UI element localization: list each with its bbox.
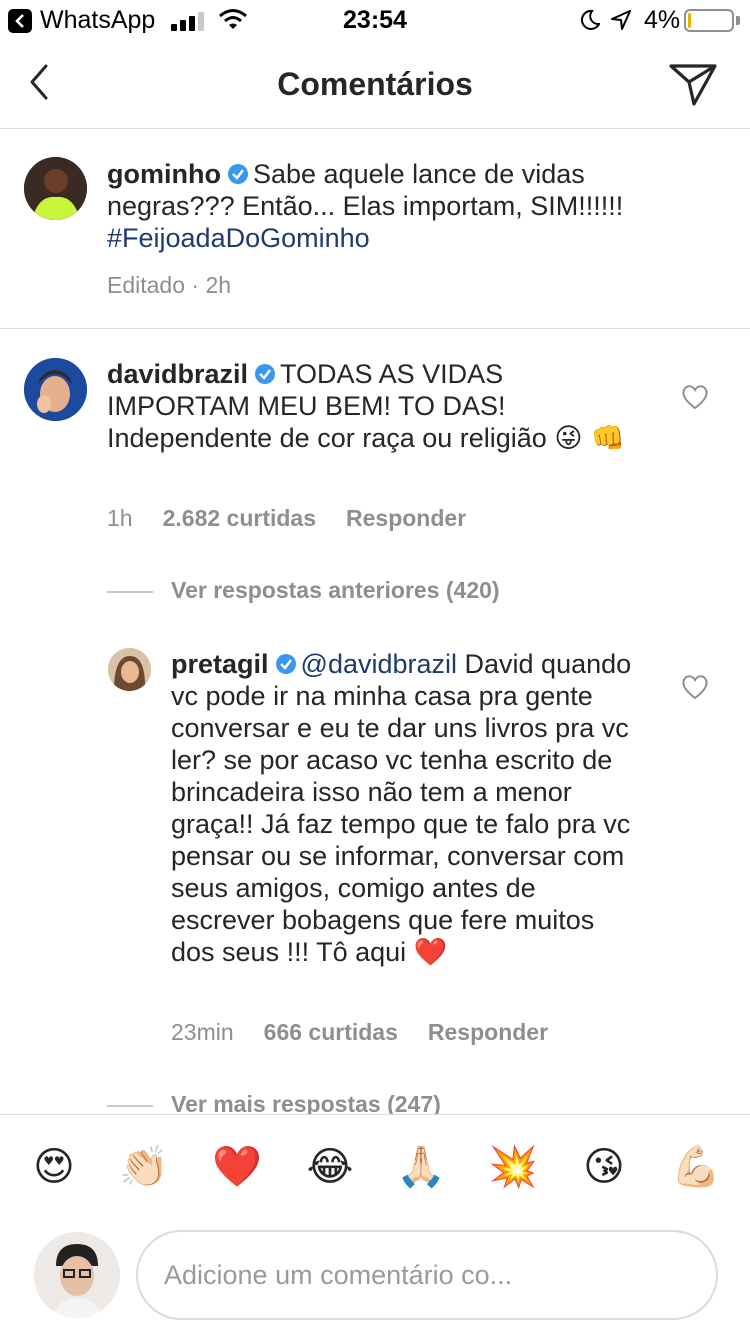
view-previous-replies-label[interactable]: Ver respostas anteriores (420) <box>171 577 500 603</box>
mention-link[interactable]: @davidbrazil <box>301 649 457 679</box>
tears-of-joy-emoji-button[interactable]: 😂 <box>304 1141 356 1193</box>
caption-meta: Editado · 2h <box>107 272 232 298</box>
red-heart-emoji: ❤️ <box>413 937 448 968</box>
collision-emoji-button[interactable]: 💥 <box>487 1141 539 1193</box>
location-icon <box>611 10 631 30</box>
battery-tip <box>736 16 740 25</box>
reply-text: pretagil @davidbrazil David quando vc pod… <box>171 648 641 969</box>
hashtag-link[interactable]: #FeijoadaDoGominho <box>107 223 370 253</box>
send-direct-icon[interactable] <box>668 60 718 108</box>
clock: 23:54 <box>343 6 407 34</box>
divider-line <box>107 1104 153 1107</box>
avatar[interactable] <box>24 358 87 421</box>
verified-badge-icon <box>227 164 248 184</box>
emoji-quick-bar: 😍 👏🏻 ❤️ 😂 🙏🏻 💥 😘 💪🏻 <box>0 1114 750 1220</box>
comments-list[interactable]: gominho Sabe aquele lance de vidas negras… <box>0 130 750 1114</box>
comment-input[interactable] <box>164 1252 684 1298</box>
username-link[interactable]: gominho <box>107 159 221 189</box>
comment-meta: 1h 2.682 curtidas Responder <box>107 505 496 532</box>
battery-percent: 4% <box>644 6 681 34</box>
avatar[interactable] <box>24 157 87 220</box>
status-bar: WhatsApp 23:54 4% <box>0 0 750 40</box>
caption-text: gominho Sabe aquele lance de vidas negras… <box>107 158 627 254</box>
comment-time: 1h <box>107 505 133 531</box>
folded-hands-emoji-button[interactable]: 🙏🏻 <box>395 1141 447 1193</box>
kissing-face-emoji-button[interactable]: 😘 <box>578 1141 630 1193</box>
clapping-emoji-button[interactable]: 👏🏻 <box>118 1141 170 1193</box>
username-link[interactable]: pretagil <box>171 649 269 679</box>
reply-meta: 23min 666 curtidas Responder <box>171 1019 578 1046</box>
battery-icon <box>684 9 734 32</box>
view-more-replies[interactable]: Ver mais respostas (247) <box>107 1091 441 1114</box>
view-more-replies-label[interactable]: Ver mais respostas (247) <box>171 1091 441 1114</box>
reply-button[interactable]: Responder <box>346 505 466 531</box>
view-previous-replies[interactable]: Ver respostas anteriores (420) <box>107 577 500 604</box>
page-title: Comentários <box>277 66 473 102</box>
heart-eyes-emoji-button[interactable]: 😍 <box>28 1141 80 1193</box>
post-caption: gominho Sabe aquele lance de vidas negras… <box>0 130 750 329</box>
reply-time: 23min <box>171 1019 234 1045</box>
red-heart-emoji-button[interactable]: ❤️ <box>211 1141 263 1193</box>
like-heart-icon[interactable] <box>681 384 709 410</box>
avatar <box>34 1232 120 1318</box>
reply-body: David quando vc pode ir na minha casa pr… <box>171 649 632 967</box>
comment-input-box[interactable] <box>136 1230 718 1320</box>
reply-likes[interactable]: 666 curtidas <box>264 1019 398 1045</box>
username-link[interactable]: davidbrazil <box>107 359 248 389</box>
comment-likes[interactable]: 2.682 curtidas <box>163 505 316 531</box>
like-heart-icon[interactable] <box>681 674 709 700</box>
comment-text: davidbrazil TODAS AS VIDAS IMPORTAM MEU B… <box>107 358 637 455</box>
comment-composer <box>0 1220 750 1334</box>
winking-tongue-emoji: 😜 👊 <box>554 423 625 454</box>
flexed-biceps-emoji-button[interactable]: 💪🏻 <box>670 1141 722 1193</box>
avatar[interactable] <box>108 648 151 691</box>
nav-bar: Comentários <box>0 40 750 129</box>
divider-line <box>107 590 153 593</box>
verified-badge-icon <box>275 654 296 674</box>
reply-button[interactable]: Responder <box>428 1019 548 1045</box>
moon-icon <box>580 9 600 30</box>
verified-badge-icon <box>255 364 276 384</box>
